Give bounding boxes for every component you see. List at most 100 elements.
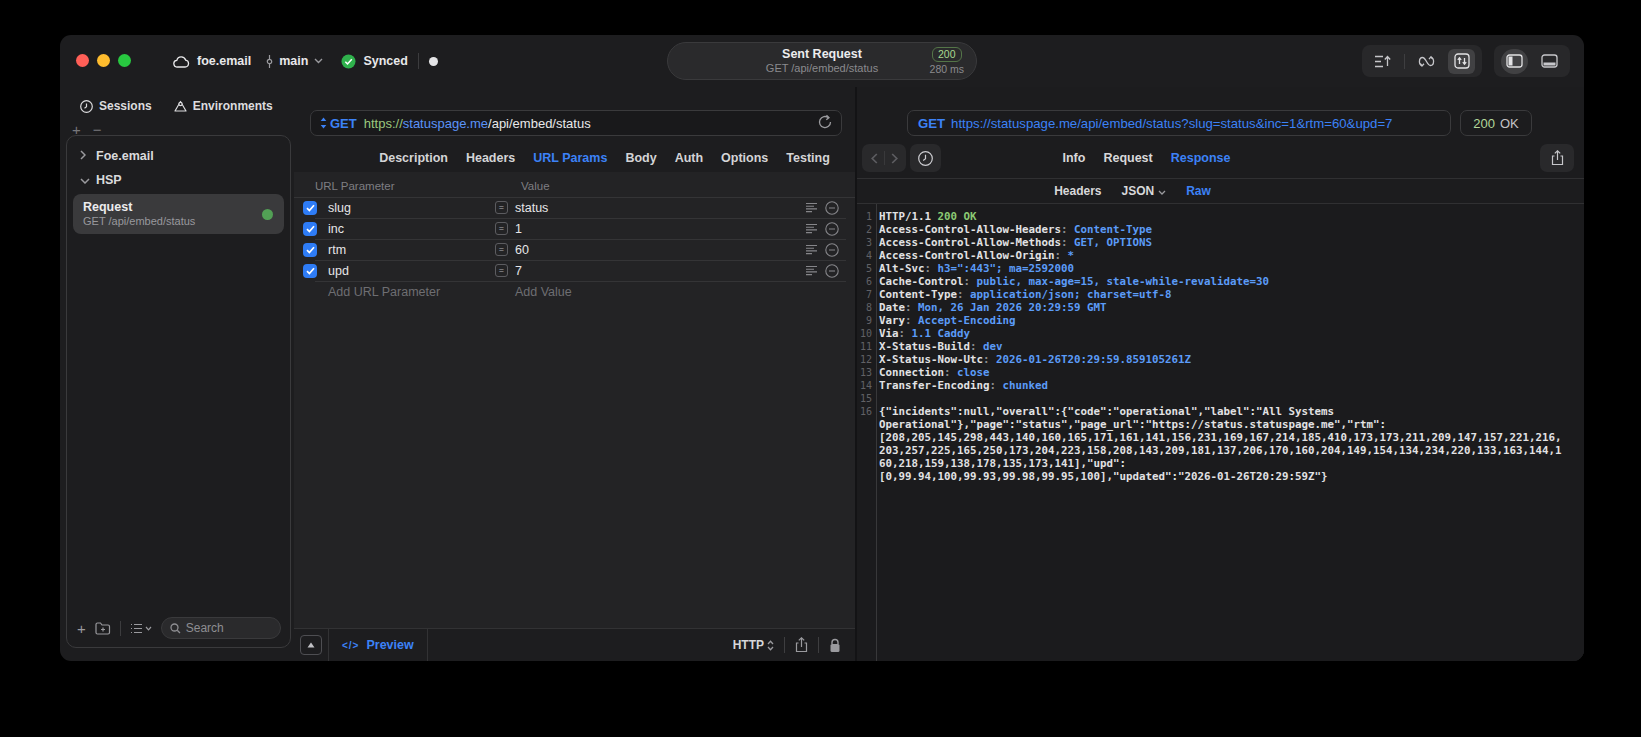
request-list-item[interactable]: Request GET /api/embed/status [73, 194, 284, 234]
url-input[interactable]: GET https://statuspage.me/api/embed/stat… [310, 110, 842, 136]
toggle-sidebar-button[interactable] [1501, 49, 1528, 74]
request-tab-description[interactable]: Description [379, 151, 448, 173]
import-export-button[interactable] [1448, 49, 1475, 74]
collapse-panel-button[interactable] [300, 635, 322, 655]
request-tab-url-params[interactable]: URL Params [533, 151, 607, 173]
request-item-title: Request [83, 199, 274, 215]
protocol-select[interactable]: HTTP [733, 638, 774, 652]
response-status-badge: 200 OK [1460, 110, 1532, 136]
add-param-row[interactable]: Add URL Parameter Add Value [294, 282, 855, 303]
titlebar-divider [418, 53, 419, 69]
remove-row-icon[interactable] [825, 222, 839, 239]
method-stepper-icon[interactable] [320, 117, 327, 129]
response-tab-info[interactable]: Info [1063, 151, 1086, 165]
share-icon[interactable] [795, 637, 808, 653]
equals-icon: = [495, 243, 508, 256]
chevron-down-icon [314, 58, 323, 64]
sent-request-pill[interactable]: Sent Request GET /api/embed/status 200 2… [667, 42, 977, 80]
sync-loop-button[interactable] [1413, 49, 1440, 74]
close-window-button[interactable] [76, 54, 89, 67]
equals-icon: = [495, 264, 508, 277]
param-checkbox[interactable] [303, 243, 317, 257]
chevron-down-icon [1158, 190, 1166, 195]
param-row-inc: inc = 1 [294, 219, 855, 240]
chevron-down-icon [80, 175, 88, 186]
param-name[interactable]: slug [328, 201, 351, 215]
response-subtabs: Headers JSON Raw [769, 179, 1496, 203]
response-line: 2Access-Control-Allow-Headers: Content-T… [857, 223, 1584, 236]
request-order-button[interactable] [1369, 49, 1396, 74]
code-icon: </> [342, 640, 359, 651]
row-drag-icon[interactable] [805, 244, 818, 258]
new-folder-icon[interactable] [95, 622, 111, 635]
pill-subtitle: GET /api/embed/status [766, 62, 878, 75]
row-drag-icon[interactable] [805, 265, 818, 279]
request-tab-headers[interactable]: Headers [466, 151, 515, 173]
remove-row-icon[interactable] [825, 264, 839, 281]
project-name[interactable]: foe.email [197, 54, 251, 68]
param-name[interactable]: upd [328, 264, 349, 278]
param-row-rtm: rtm = 60 [294, 240, 855, 261]
param-name[interactable]: rtm [328, 243, 346, 257]
method-label: GET [330, 116, 357, 131]
request-tab-options[interactable]: Options [721, 151, 768, 173]
param-value[interactable]: 60 [515, 243, 529, 257]
tab-sessions[interactable]: Sessions [80, 99, 152, 113]
toggle-bottom-panel-button[interactable] [1536, 49, 1563, 74]
response-line: 14Transfer-Encoding: chunked [857, 379, 1584, 392]
param-checkbox[interactable] [303, 264, 317, 278]
titlebar: foe.email main Synced Sent Request GET /… [60, 35, 1584, 87]
search-input[interactable]: Search [161, 617, 281, 639]
row-drag-icon[interactable] [805, 202, 818, 216]
remove-row-icon[interactable] [825, 243, 839, 260]
request-tab-auth[interactable]: Auth [675, 151, 703, 173]
lock-icon[interactable] [829, 638, 841, 653]
response-line: 12X-Status-Now-Utc: 2026-01-26T20:29:59.… [857, 353, 1584, 366]
param-value[interactable]: status [515, 201, 548, 215]
export-response-button[interactable] [1540, 144, 1574, 172]
sync-status-label: Synced [363, 54, 407, 68]
response-line: 5Alt-Svc: h3=":443"; ma=2592000 [857, 262, 1584, 275]
response-subtab-raw[interactable]: Raw [1186, 184, 1211, 198]
request-tab-body[interactable]: Body [625, 151, 656, 173]
response-request-url[interactable]: GET https://statuspage.me/api/embed/stat… [907, 110, 1451, 136]
tree-item-hsp[interactable]: HSP [67, 168, 290, 192]
zoom-window-button[interactable] [118, 54, 131, 67]
response-line: 13Connection: close [857, 366, 1584, 379]
add-request-button[interactable]: + [77, 620, 86, 637]
response-line: 1HTTP/1.1 200 OK [857, 210, 1584, 223]
response-line: 6Cache-Control: public, max-age=15, stal… [857, 275, 1584, 288]
sync-check-icon [341, 54, 356, 69]
response-subtab-json[interactable]: JSON [1122, 184, 1167, 198]
preview-button[interactable]: </> Preview [329, 638, 427, 652]
param-checkbox[interactable] [303, 201, 317, 215]
request-editor-panel: GET https://statuspage.me/api/embed/stat… [294, 87, 855, 661]
chevron-right-icon [80, 150, 88, 162]
search-icon [170, 623, 181, 634]
response-line: 11X-Status-Build: dev [857, 340, 1584, 353]
url-params-table: URL Parameter Value slug = status inc = … [294, 172, 855, 628]
sidebar: Sessions Environments + − [60, 87, 294, 661]
sort-list-icon[interactable] [130, 623, 152, 634]
duration-label: 280 ms [930, 63, 964, 75]
tab-environments[interactable]: Environments [174, 99, 273, 113]
param-checkbox[interactable] [303, 222, 317, 236]
response-line: 3Access-Control-Allow-Methods: GET, OPTI… [857, 236, 1584, 249]
param-row-upd: upd = 7 [294, 261, 855, 282]
param-value[interactable]: 7 [515, 264, 522, 278]
response-line: 4Access-Control-Allow-Origin: * [857, 249, 1584, 262]
resend-button[interactable] [818, 114, 832, 132]
response-tab-request[interactable]: Request [1103, 151, 1152, 165]
response-body[interactable]: 1HTTP/1.1 200 OK2Access-Control-Allow-He… [857, 204, 1584, 661]
remove-row-icon[interactable] [825, 201, 839, 218]
param-value[interactable]: 1 [515, 222, 522, 236]
environments-icon [174, 100, 187, 113]
row-drag-icon[interactable] [805, 223, 818, 237]
equals-icon: = [495, 201, 508, 214]
minimize-window-button[interactable] [97, 54, 110, 67]
param-name[interactable]: inc [328, 222, 344, 236]
tree-item-foe-email[interactable]: Foe.email [67, 144, 290, 168]
branch-name[interactable]: main [279, 54, 308, 68]
response-tab-response[interactable]: Response [1171, 151, 1231, 165]
response-subtab-headers[interactable]: Headers [1054, 184, 1101, 198]
